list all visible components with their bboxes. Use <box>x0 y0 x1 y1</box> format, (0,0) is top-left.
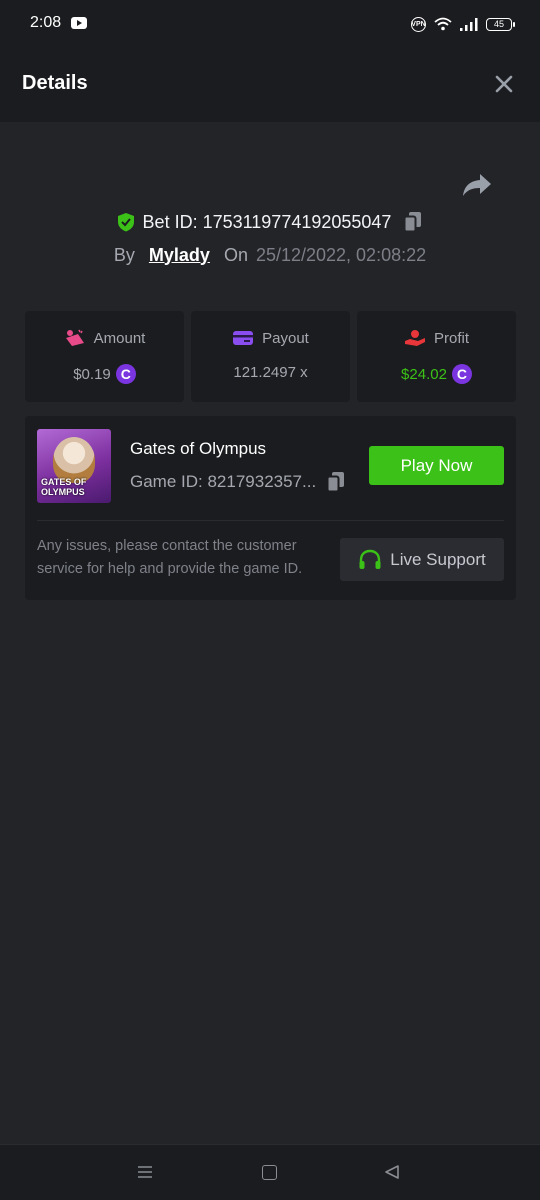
coin-icon <box>115 364 136 384</box>
profit-card: Profit $24.02 <box>357 311 516 402</box>
bet-date: 25/12/2022, 02:08:22 <box>255 244 427 265</box>
by-label: By <box>113 244 135 265</box>
bet-chips-icon <box>65 329 84 346</box>
wifi-icon <box>434 17 452 31</box>
payout-label: Payout <box>262 329 309 347</box>
game-name: Gates of Olympus <box>130 439 267 458</box>
game-card: GATES OF OLYMPUS Gates of Olympus Game I… <box>25 416 516 600</box>
details-header: Details <box>0 48 540 122</box>
bet-meta-row: By Mylady On 25/12/2022, 02:08:22 <box>0 242 540 268</box>
youtube-icon <box>71 17 87 29</box>
share-icon[interactable] <box>462 172 492 198</box>
divider <box>37 520 504 521</box>
play-now-button[interactable]: Play Now <box>369 446 504 485</box>
status-bar: 2:08 VPN 45 <box>0 0 540 48</box>
battery-icon: 45 <box>486 17 515 31</box>
hand-money-icon <box>404 330 425 346</box>
amount-label: Amount <box>93 329 146 347</box>
profit-label: Profit <box>433 329 469 347</box>
shield-check-icon <box>117 213 134 232</box>
profit-value: $24.02 <box>401 365 447 383</box>
amount-card: Amount $0.19 <box>25 311 184 402</box>
back-icon[interactable] <box>384 1164 400 1180</box>
headphones-icon <box>359 549 381 569</box>
user-link[interactable]: Mylady <box>149 245 210 266</box>
game-id-row: Game ID: 8217932357... <box>130 471 346 493</box>
coin-icon <box>451 364 472 384</box>
signal-icon <box>460 18 478 31</box>
bet-stats: Amount $0.19 Payout 121.2497 x Profit <box>25 311 516 402</box>
system-nav-bar <box>0 1144 540 1200</box>
bet-id-row: Bet ID: 1753119774192055047 <box>0 208 540 236</box>
game-thumbnail[interactable]: GATES OF OLYMPUS <box>37 429 111 503</box>
on-label: On <box>223 244 248 265</box>
status-time: 2:08 <box>30 14 62 31</box>
amount-value: $0.19 <box>73 365 111 383</box>
copy-icon[interactable] <box>326 471 346 493</box>
close-icon[interactable] <box>492 72 516 96</box>
payout-card: Payout 121.2497 x <box>191 311 350 402</box>
bet-id: Bet ID: 1753119774192055047 <box>142 211 392 232</box>
status-icons: VPN 45 <box>411 14 515 34</box>
help-text: Any issues, please contact the customer … <box>37 538 303 577</box>
game-id: Game ID: 8217932357... <box>130 472 317 491</box>
menu-icon[interactable] <box>137 1165 153 1179</box>
payout-value: 121.2497 x <box>233 364 308 381</box>
live-support-button[interactable]: Live Support <box>340 538 504 581</box>
vpn-icon: VPN <box>411 16 426 32</box>
copy-icon[interactable] <box>403 211 423 233</box>
live-support-label: Live Support <box>390 549 486 569</box>
page-title: Details <box>22 72 88 94</box>
card-icon <box>233 331 254 345</box>
thumbnail-text: GATES OF OLYMPUS <box>41 477 87 497</box>
home-icon[interactable] <box>262 1165 277 1180</box>
